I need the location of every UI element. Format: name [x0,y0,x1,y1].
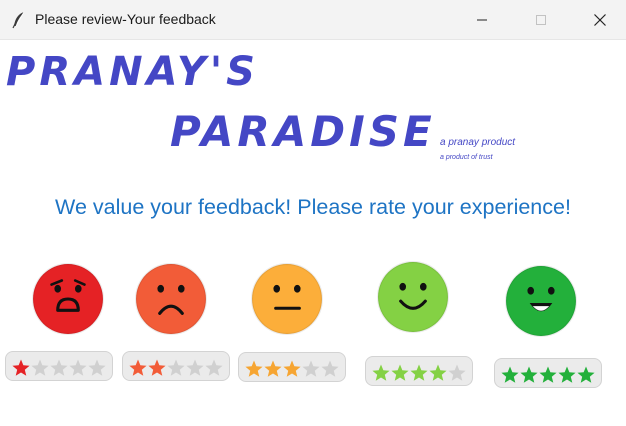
filled-star-icon [129,359,147,376]
filled-star-icon [577,366,595,383]
empty-star-icon [186,359,204,376]
empty-star-icon [69,359,87,376]
close-button[interactable] [577,0,623,40]
empty-star-icon [88,359,106,376]
empty-star-icon [50,359,68,376]
maximize-button[interactable] [518,0,564,40]
filled-star-icon [429,364,447,381]
one-star-rating[interactable] [5,351,113,381]
title-bar: Please review-Your feedback [0,0,626,40]
filled-star-icon [264,360,282,377]
filled-star-icon [283,360,301,377]
empty-star-icon [448,364,466,381]
empty-star-icon [205,359,223,376]
maximize-icon [536,15,546,25]
tagline: a pranay product [440,137,516,148]
happy-face-icon[interactable] [376,260,450,334]
filled-star-icon [520,366,538,383]
empty-star-icon [167,359,185,376]
empty-star-icon [302,360,320,377]
logo-title-line1: PRANAY'S [6,49,259,95]
filled-star-icon [501,366,519,383]
logo-title-line2: PARADISE [170,107,436,156]
neutral-face-icon[interactable] [250,262,324,336]
filled-star-icon [391,364,409,381]
filled-star-icon [539,366,557,383]
three-star-rating[interactable] [238,352,346,382]
minimize-icon [477,19,487,21]
two-star-rating[interactable] [122,351,230,381]
sad-face-icon[interactable] [134,262,208,336]
filled-star-icon [410,364,428,381]
five-star-rating[interactable] [494,358,602,388]
very-sad-face-icon[interactable] [31,262,105,336]
feedback-prompt: We value your feedback! Please rate your… [55,195,571,219]
empty-star-icon [321,360,339,377]
filled-star-icon [245,360,263,377]
minimize-button[interactable] [459,0,505,40]
filled-star-icon [12,359,30,376]
very-happy-face-icon[interactable] [504,264,578,338]
tagline-secondary: a product of trust [440,154,493,161]
filled-star-icon [558,366,576,383]
close-icon [594,14,606,26]
filled-star-icon [372,364,390,381]
window-title: Please review-Your feedback [35,11,216,27]
feather-icon [9,10,29,30]
four-star-rating[interactable] [365,356,473,386]
empty-star-icon [31,359,49,376]
filled-star-icon [148,359,166,376]
